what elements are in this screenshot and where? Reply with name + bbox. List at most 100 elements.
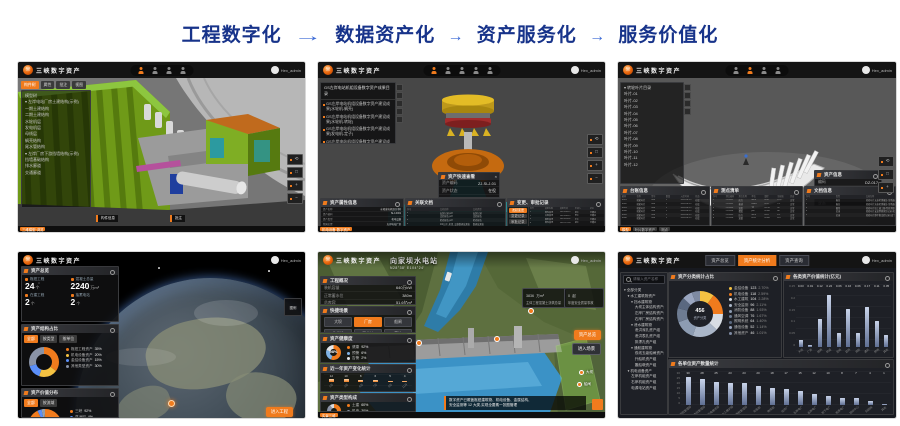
user-avatar[interactable]: Hex_admin [571,256,601,264]
gear-icon[interactable] [110,328,116,334]
tree-item[interactable]: 左岸厂房结构资产组 [624,311,664,317]
fullscreen-icon[interactable] [592,399,603,410]
dashboard-tab[interactable]: 资产总览 [705,255,735,266]
view-tool-icon[interactable]: □ [287,167,303,178]
strip-icon[interactable] [684,92,691,99]
nav-icon[interactable] [762,67,767,74]
gear-icon[interactable] [885,363,891,369]
nav-icon[interactable] [487,67,492,74]
panel-tab[interactable]: 按单位 [59,335,77,343]
strip-icon[interactable] [396,100,403,107]
start-change-button[interactable]: 发起变更 [509,208,527,213]
catalog-item[interactable]: GS左岸电站机组设备数字资产建设成果(水轮机-转轮) [321,113,395,126]
component-info-label[interactable]: 构件信息 [96,215,118,222]
gear-icon[interactable] [794,190,800,196]
nav-icon[interactable] [459,67,464,74]
user-avatar[interactable]: Hex_admin [271,256,301,264]
tree-item[interactable]: ▾ 左岸电站厂房土建结构(示例) [25,99,87,105]
user-avatar[interactable]: Hex_admin [571,66,601,74]
view-tool-icon[interactable]: + [587,160,603,171]
tree-item[interactable]: 泄洪表孔资产组 [624,334,664,340]
cad-tab[interactable]: 批注 [56,81,70,89]
gear-icon[interactable] [407,397,413,403]
search-box[interactable]: 请输入资产名称 [623,275,665,284]
scene-button[interactable]: 开关站 [354,329,382,333]
gear-icon[interactable] [773,276,779,282]
nav-icon[interactable] [445,67,450,74]
scene-button[interactable]: 营地 [384,329,412,333]
nav-icon[interactable] [138,67,143,74]
gear-icon[interactable] [407,368,413,374]
map-marker[interactable] [416,340,422,346]
strip-icon[interactable] [396,84,403,91]
legend-toggle[interactable]: 图例 [284,298,302,316]
strip-icon[interactable] [396,108,403,115]
gear-icon[interactable] [596,202,602,208]
tree-item[interactable]: ▾ 左岸厂房下游挡墙结构(示例) [25,151,87,157]
table-row[interactable]: 4属性变更2022-12-05赵工已通过 [529,221,604,224]
panel-tab[interactable]: 按流域 [40,399,58,407]
tree-item[interactable]: 电源电站资产组 [624,386,664,392]
map-marker[interactable] [494,336,500,342]
scene-button[interactable]: 升船机 [324,329,352,333]
strip-icon[interactable] [684,108,691,115]
cad-tab[interactable]: 构件树 [21,81,39,89]
nav-icon[interactable] [166,67,171,74]
strip-icon[interactable] [396,116,403,123]
map-marker[interactable] [528,308,534,314]
scene-button[interactable]: 大坝 [324,317,352,327]
nav-icon[interactable] [431,67,436,74]
nav-icon[interactable] [152,67,157,74]
view-tool-icon[interactable]: □ [878,169,894,180]
scene-button[interactable]: 厂房 [354,317,382,327]
nav-icon[interactable] [776,67,781,74]
user-avatar[interactable]: Hex_admin [862,66,892,74]
catalog-item[interactable]: GS左岸电站机组设备数字资产建设成果(水轮机-蜗壳) [321,100,395,113]
view-tool-icon[interactable]: □ [587,147,603,158]
dashboard-tab[interactable]: 资产查询 [779,255,809,266]
view-tool-icon[interactable]: + [287,180,303,191]
catalog-item[interactable]: GS左岸电站机组设备数字资产建设成果(发电机-定子) [321,125,395,138]
table-row[interactable]: 6CD-006流量m³/s0-900612正常 [712,217,802,221]
tree-item[interactable]: 叶片-12 [624,162,680,168]
view-tool-icon[interactable]: − [587,173,603,184]
strip-icon[interactable] [396,92,403,99]
user-avatar[interactable]: Hex_admin [862,256,892,264]
view-tool-icon[interactable]: ⟲ [878,156,894,167]
panel-tab[interactable]: 按类型 [40,335,58,343]
gear-icon[interactable] [395,202,401,208]
gear-icon[interactable] [110,392,116,398]
catalog-item[interactable]: GS左岸电站机组设备数字资产建设成果(发电机-转子) [321,138,395,144]
nav-icon[interactable] [473,67,478,74]
gear-icon[interactable] [110,270,116,276]
nav-icon[interactable] [748,67,753,74]
panel-tab[interactable]: 全部 [24,335,38,343]
view-tool-icon[interactable]: ⟲ [587,134,603,145]
record-filter-button[interactable]: 审批记录 [509,219,527,224]
enter-scene-button[interactable]: 进入场景 [572,343,601,355]
table-row[interactable]: 5记录转轮叶片静平衡试验记录-出厂验收试验数据(归档) [805,213,895,217]
asset-overview-button[interactable]: 资产总览 [574,330,601,340]
cad-tab[interactable]: 属性 [41,81,55,89]
view-tool-icon[interactable]: − [287,193,303,204]
user-avatar[interactable]: Hex_admin [271,66,301,74]
tree-item[interactable]: 交通廊道 [25,170,87,176]
panel-tab[interactable]: 全部 [24,399,38,407]
gear-icon[interactable] [407,338,413,344]
enter-project-button[interactable]: 进入工程 [266,407,293,417]
strip-icon[interactable] [684,100,691,107]
nav-icon[interactable] [180,67,185,74]
gear-icon[interactable] [407,280,413,286]
gear-icon[interactable] [885,276,891,282]
dashboard-tab[interactable]: 资产统计分析 [738,255,776,266]
record-filter-button[interactable]: 变更记录 [509,214,527,219]
view-tool-icon[interactable]: + [878,182,894,193]
gear-icon[interactable] [497,202,503,208]
table-row[interactable]: 0006转轮叶片X8012023-01-12在役 [621,217,709,221]
scene-button[interactable]: 船闸 [384,317,412,327]
gear-icon[interactable] [701,190,707,196]
gear-icon[interactable] [407,310,413,316]
tree-item[interactable]: 右岸厂房结构资产组 [624,317,664,323]
strip-icon[interactable] [684,84,691,91]
view-tool-icon[interactable]: ⟲ [287,154,303,165]
